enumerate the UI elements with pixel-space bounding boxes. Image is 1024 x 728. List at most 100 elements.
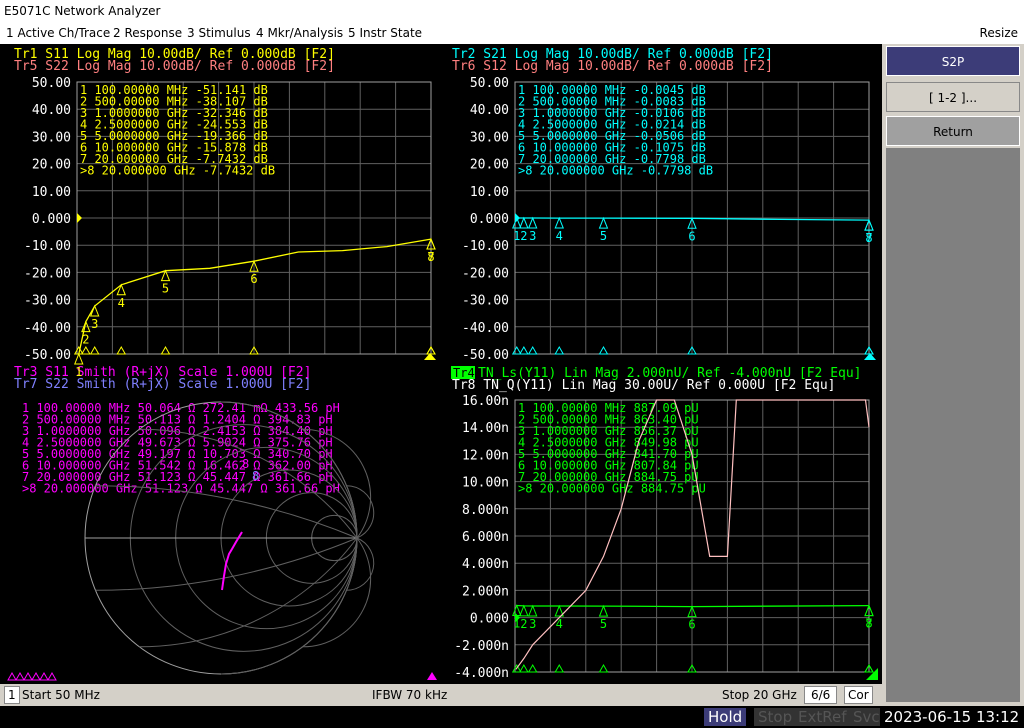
correction-indicator: Cor: [844, 686, 873, 704]
marker-label: 5: [600, 229, 607, 243]
menu-mkr-analysis[interactable]: 4 Mkr/Analysis: [256, 22, 343, 44]
smith-axis-marker: [47, 671, 57, 681]
menu-response[interactable]: 2 Response: [113, 22, 182, 44]
trace-header: Tr7 S22 Smith (R+jX) Scale 1.000U [F2]: [14, 377, 311, 392]
menu-bar: 1 Active Ch/Trace 2 Response 3 Stimulus …: [0, 22, 1024, 44]
marker-label: 2: [520, 617, 527, 631]
marker-triangle: [554, 216, 564, 229]
y-tick-label: 2.000n: [462, 584, 509, 599]
marker-axis-triangle: [518, 663, 529, 673]
marker-label: 4: [556, 617, 563, 631]
y-tick-label: 50.00: [32, 76, 71, 91]
marker-axis-triangle: [527, 663, 538, 673]
datetime-display: 2023-06-15 13:12: [880, 708, 1024, 726]
status-bar: 1 Start 50 MHz IFBW 70 kHz Stop 20 GHz 6…: [0, 686, 882, 704]
softkey-range[interactable]: [ 1-2 ]...: [886, 82, 1020, 112]
y-tick-label: -50.00: [462, 348, 509, 363]
marker-triangle: [519, 604, 529, 617]
marker-label: 4: [118, 296, 125, 310]
marker-label: 8: [427, 250, 434, 264]
y-tick-label: 40.00: [32, 103, 71, 118]
y-tick-label: -30.00: [24, 294, 71, 309]
marker-axis-triangle: [160, 345, 171, 355]
marker-label: 6: [688, 229, 695, 243]
y-tick-label: 0.000: [470, 212, 509, 227]
marker-label: 4: [556, 229, 563, 243]
y-tick-label: 50.00: [470, 76, 509, 91]
marker-label: 5: [600, 617, 607, 631]
smith-axis-marker: [15, 671, 25, 681]
y-tick-label: -30.00: [462, 294, 509, 309]
y-tick-label: 10.00: [32, 185, 71, 200]
marker-axis-triangle: [527, 345, 538, 355]
marker-label: 2: [520, 229, 527, 243]
marker-triangle: [74, 352, 84, 365]
y-tick-label: 16.00n: [462, 394, 509, 409]
start-frequency: Start 50 MHz: [22, 688, 100, 702]
y-tick-label: -50.00: [24, 348, 71, 363]
smith-axis-marker: [31, 671, 41, 681]
y-tick-label: 20.00: [470, 158, 509, 173]
window-title: E5071C Network Analyzer: [0, 0, 1024, 22]
y-tick-label: 10.00n: [462, 476, 509, 491]
smith-axis-marker: [39, 671, 49, 681]
trace-count: 6/6: [804, 686, 838, 704]
y-tick-label: -20.00: [462, 266, 509, 281]
marker-label: 8: [865, 617, 872, 631]
menu-instr-state[interactable]: 5 Instr State: [348, 22, 422, 44]
ifbw-value: IFBW 70 kHz: [372, 688, 448, 702]
y-tick-label: 0.000: [470, 612, 509, 627]
y-tick-label: 12.00n: [462, 448, 509, 463]
marker-triangle: [598, 604, 609, 617]
y-tick-label: -20.00: [24, 266, 71, 281]
marker-label: 3: [529, 617, 536, 631]
marker-axis-triangle: [598, 345, 609, 355]
marker-triangle: [598, 216, 609, 229]
y-tick-label: 10.00: [470, 185, 509, 200]
marker-label: 8: [865, 231, 872, 245]
marker-label: 1: [75, 365, 82, 379]
marker-label: 3: [529, 229, 536, 243]
marker-axis-triangle: [116, 345, 127, 355]
extref-indicator: ExtRef: [794, 708, 851, 726]
marker-label: 6: [688, 618, 695, 632]
marker-triangle: [527, 216, 538, 229]
menu-resize[interactable]: Resize: [980, 22, 1018, 44]
smith-marker-label: 8: [252, 469, 259, 483]
marker-table-row: >8 20.000000 GHz -0.7798 dB: [518, 164, 713, 178]
softkey-empty-area: [886, 148, 1020, 702]
menu-active-ch-trace[interactable]: 1 Active Ch/Trace: [6, 22, 110, 44]
marker-axis-triangle: [554, 663, 565, 673]
marker-label: 5: [162, 282, 169, 296]
trace-display-svg: 50.00 40.00 30.00 20.00 10.00 0.000 -10.00 -20.…: [7, 47, 878, 681]
y-tick-label: -40.00: [462, 321, 509, 336]
stop-indicator: Stop: [754, 708, 797, 726]
menu-stimulus[interactable]: 3 Stimulus: [187, 22, 251, 44]
y-tick-label: -40.00: [24, 321, 71, 336]
smith-axis-marker: [23, 671, 33, 681]
marker-axis-triangle: [598, 663, 609, 673]
softkey-return[interactable]: Return: [886, 116, 1020, 146]
marker-label: 3: [91, 317, 98, 331]
trace-header: Tr8 TN_Q(Y11) Lin Mag 30.00U/ Ref 0.000U…: [452, 378, 836, 393]
reference-pointer: [515, 213, 520, 223]
stop-frequency: Stop 20 GHz: [722, 688, 797, 702]
y-tick-label: 30.00: [32, 130, 71, 145]
softkey-s2p[interactable]: S2P: [886, 46, 1020, 76]
y-tick-label: 40.00: [470, 103, 509, 118]
y-tick-label: -10.00: [462, 239, 509, 254]
marker-triangle: [527, 604, 538, 617]
marker-axis-triangle: [89, 345, 100, 355]
hold-indicator: Hold: [704, 708, 747, 726]
y-tick-label: -2.000n: [454, 639, 509, 654]
marker-label: 2: [82, 333, 89, 347]
y-tick-label: -4.000n: [454, 666, 509, 681]
channel-indicator[interactable]: 1: [4, 686, 20, 704]
marker-triangle: [512, 604, 522, 617]
analyzer-display[interactable]: 50.00 40.00 30.00 20.00 10.00 0.000 -10.00 -20.…: [0, 44, 882, 684]
smith-marker-label: 8: [242, 457, 249, 471]
y-tick-label: 14.00n: [462, 421, 509, 436]
softkey-panel: S2P [ 1-2 ]... Return: [884, 44, 1024, 704]
y-tick-label: 20.00: [32, 158, 71, 173]
y-tick-label: 8.000n: [462, 503, 509, 518]
